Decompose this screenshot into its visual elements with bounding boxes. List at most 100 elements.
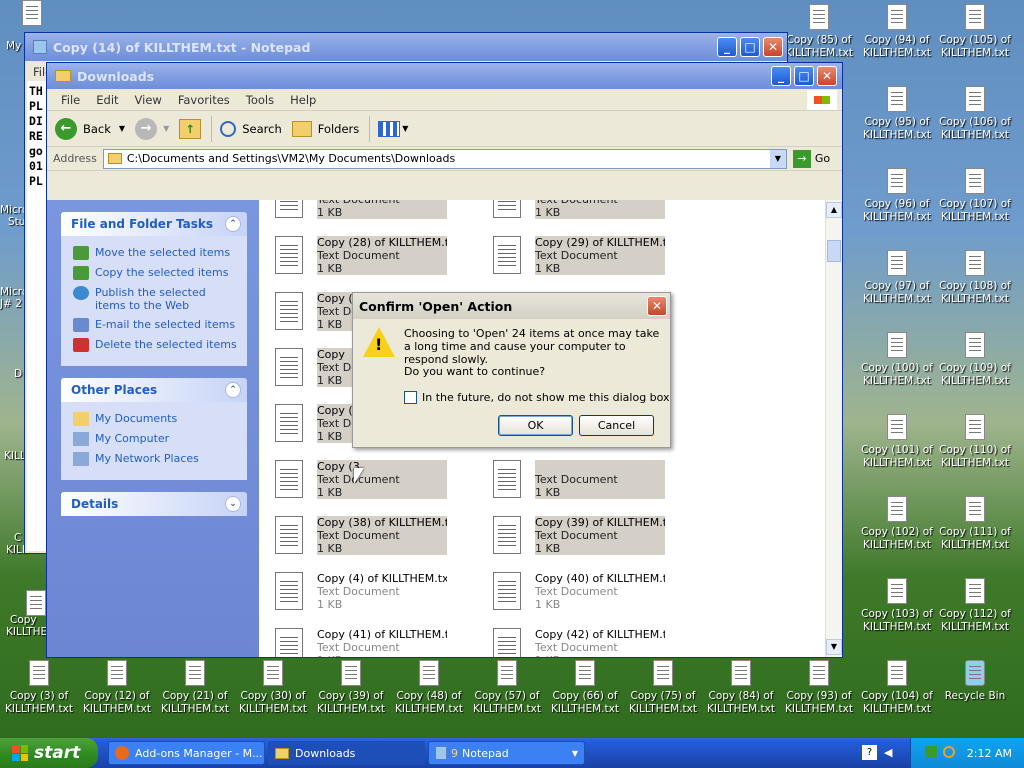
desktop-file-icon[interactable]: Copy (94) of KILLTHEM.txt [858,4,936,60]
file-item[interactable]: Text Document1 KB [267,200,467,226]
file-item[interactable]: Copy (39) of KILLTHEM.txt Text Document 1 … [485,512,685,562]
desktop-file-icon[interactable]: Copy (109) of KILLTHEM.txt [936,332,1014,388]
desktop-file-icon[interactable]: Copy (48) of KILLTHEM.txt [390,660,468,716]
desktop-file-icon[interactable]: Copy (21) of KILLTHEM.txt [156,660,234,716]
desktop-file-icon[interactable]: Copy (57) of KILLTHEM.txt [468,660,546,716]
desktop-file-icon[interactable]: Copy (110) of KILLTHEM.txt [936,414,1014,470]
desktop-file-icon[interactable]: Copy (75) of KILLTHEM.txt [624,660,702,716]
desktop-file-icon[interactable]: Copy (111) of KILLTHEM.txt [936,496,1014,552]
views-button[interactable]: ▼ [378,120,408,137]
explorer-minimize-button[interactable]: _ [771,66,791,86]
menu-favorites[interactable]: Favorites [170,93,238,107]
desktop-file-icon[interactable]: Copy (112) of KILLTHEM.txt [936,578,1014,634]
desktop-file-icon[interactable]: Copy (103) of KILLTHEM.txt [858,578,936,634]
desktop-file-icon[interactable]: Copy (105) of KILLTHEM.txt [936,4,1014,60]
start-button[interactable]: start [0,738,98,768]
ok-button[interactable]: OK [498,415,573,436]
desktop-file-icon[interactable] [20,0,44,30]
desktop-file-icon[interactable]: Copy (101) of KILLTHEM.txt [858,414,936,470]
help-icon[interactable]: ? [862,745,877,760]
menu-tools[interactable]: Tools [238,93,282,107]
place-link[interactable]: My Documents [73,412,237,426]
search-button[interactable]: Search [220,120,282,137]
menu-file[interactable]: File [53,93,88,107]
desktop-icon-label: Copy (12) of KILLTHEM.txt [82,690,152,715]
file-item[interactable]: Copy (38) of KILLTHEM.txt Text Document 1 … [267,512,467,562]
volume-icon[interactable]: ◀ [884,746,892,759]
forward-button[interactable]: → ▼ [135,117,169,140]
other-places-header[interactable]: Other Places ⌃ [61,378,247,402]
desktop-file-icon[interactable]: Copy (30) of KILLTHEM.txt [234,660,312,716]
desktop-file-icon[interactable] [24,590,48,620]
task-link[interactable]: E-mail the selected items [73,318,237,332]
file-item[interactable]: Copy (40) of KILLTHEM.txt Text Document 1 … [485,568,685,618]
search-icon[interactable] [943,746,955,758]
back-button[interactable]: ← Back ▼ [55,117,125,140]
file-item[interactable]: Copy (28) of KILLTHEM.txt Text Document 1 … [267,232,467,282]
dialog-titlebar[interactable]: Confirm 'Open' Action ✕ [353,293,670,319]
desktop-file-icon[interactable]: Copy (108) of KILLTHEM.txt [936,250,1014,306]
cancel-button[interactable]: Cancel [579,415,654,436]
file-item[interactable]: Text Document1 KB [485,200,685,226]
desktop-file-icon[interactable]: Copy (97) of KILLTHEM.txt [858,250,936,306]
menu-edit[interactable]: Edit [88,93,126,107]
explorer-titlebar[interactable]: Downloads _ □ ✕ [47,63,842,89]
scroll-up-button[interactable]: ▲ [826,202,842,218]
scroll-thumb[interactable] [827,240,841,262]
desktop-file-icon[interactable]: Copy (85) of KILLTHEM.txt [780,4,858,60]
vertical-scrollbar[interactable]: ▲ ▼ [825,200,842,657]
notepad-maximize-button[interactable]: □ [740,37,760,57]
place-link[interactable]: My Computer [73,432,237,446]
notepad-close-button[interactable]: ✕ [763,37,783,57]
desktop-file-icon[interactable]: Copy (66) of KILLTHEM.txt [546,660,624,716]
dont-show-checkbox-row[interactable]: In the future, do not show me this dialo… [404,391,670,404]
task-link[interactable]: Copy the selected items [73,266,237,280]
desktop-file-icon[interactable]: Copy (107) of KILLTHEM.txt [936,168,1014,224]
task-link[interactable]: Move the selected items [73,246,237,260]
recycle-bin-icon[interactable]: Recycle Bin [936,660,1014,703]
network-icon[interactable] [925,746,937,758]
taskbar-item-addons-manager[interactable]: Add-ons Manager - M... [108,741,265,765]
taskbar-item-downloads[interactable]: Downloads [268,741,425,765]
desktop-file-icon[interactable]: Copy (3) of KILLTHEM.txt [0,660,78,716]
desktop-file-icon[interactable]: Copy (93) of KILLTHEM.txt [780,660,858,716]
notepad-titlebar[interactable]: Copy (14) of KILLTHEM.txt - Notepad _ □ … [25,33,787,61]
collapse-chevron-icon[interactable]: ⌃ [225,382,241,398]
desktop-file-icon[interactable]: Copy (39) of KILLTHEM.txt [312,660,390,716]
taskbar-item-notepad-group[interactable]: 9 Notepad ▼ [428,741,585,765]
folders-button[interactable]: Folders [291,120,359,137]
scroll-down-button[interactable]: ▼ [826,639,842,655]
expand-chevron-icon[interactable]: ⌄ [225,496,241,512]
file-item[interactable]: Copy (29) of KILLTHEM.txt Text Document 1 … [485,232,685,282]
file-item[interactable]: Copy (41) of KILLTHEM.txtText Document1 … [267,624,467,657]
desktop-file-icon[interactable]: Copy (84) of KILLTHEM.txt [702,660,780,716]
file-item[interactable]: Copy (4) of KILLTHEM.txt Text Document 1 K… [267,568,467,618]
menu-help[interactable]: Help [282,93,324,107]
desktop-file-icon[interactable]: Copy (95) of KILLTHEM.txt [858,86,936,142]
notepad-minimize-button[interactable]: _ [717,37,737,57]
file-item[interactable]: Copy (3Text Document1 KB [267,456,467,506]
menu-view[interactable]: View [127,93,170,107]
desktop-file-icon[interactable]: Copy (104) of KILLTHEM.txt [858,660,936,716]
explorer-close-button[interactable]: ✕ [817,66,837,86]
file-folder-tasks-header[interactable]: File and Folder Tasks ⌃ [61,212,247,236]
task-link[interactable]: Delete the selected items [73,338,237,352]
desktop-file-icon[interactable]: Copy (106) of KILLTHEM.txt [936,86,1014,142]
desktop-file-icon[interactable]: Copy (96) of KILLTHEM.txt [858,168,936,224]
dont-show-checkbox[interactable] [404,391,417,404]
file-item[interactable]: Text Document1 KB [485,456,685,506]
details-header[interactable]: Details ⌄ [61,492,247,516]
go-button[interactable]: → Go [792,149,830,168]
collapse-chevron-icon[interactable]: ⌃ [225,216,241,232]
dialog-close-button[interactable]: ✕ [647,296,667,316]
explorer-maximize-button[interactable]: □ [794,66,814,86]
address-input[interactable]: C:\Documents and Settings\VM2\My Documen… [102,148,787,169]
address-dropdown-button[interactable]: ▼ [769,149,786,168]
file-item[interactable]: Copy (42) of KILLTHEM.txtText Document1 … [485,624,685,657]
desktop-file-icon[interactable]: Copy (12) of KILLTHEM.txt [78,660,156,716]
up-folder-button[interactable]: ↑ [179,118,202,139]
desktop-file-icon[interactable]: Copy (102) of KILLTHEM.txt [858,496,936,552]
desktop-file-icon[interactable]: Copy (100) of KILLTHEM.txt [858,332,936,388]
task-link[interactable]: Publish the selected items to the Web [73,286,237,312]
place-link[interactable]: My Network Places [73,452,237,466]
